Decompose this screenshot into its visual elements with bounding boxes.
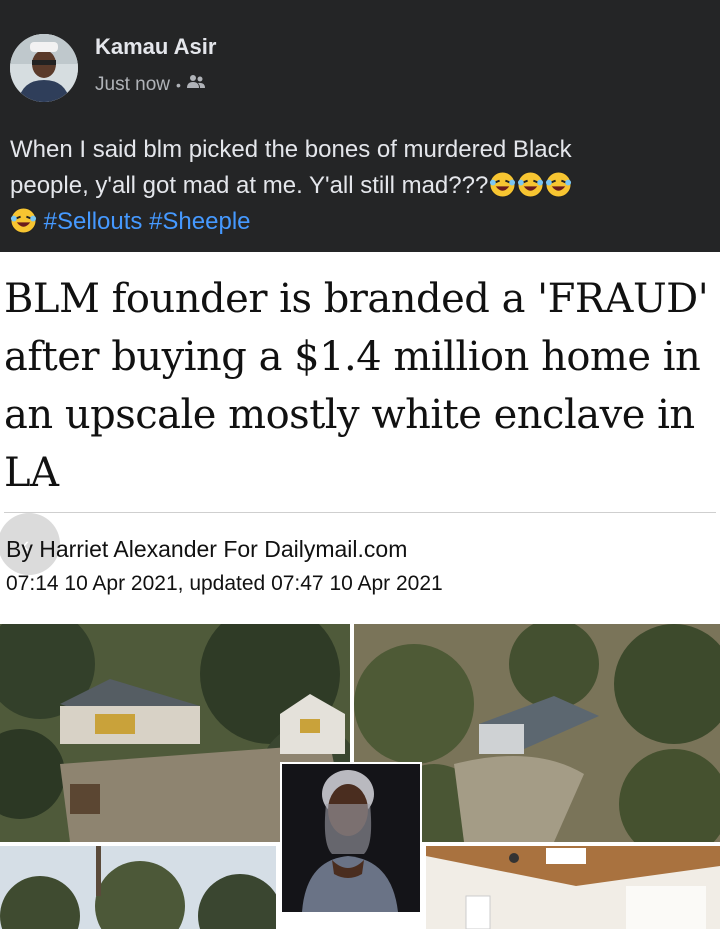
post-text-line-2: people, y'all got mad at me. Y'all still… [10, 168, 700, 204]
post-text: When I said blm picked the bones of murd… [10, 132, 700, 240]
portrait-photo [280, 762, 422, 914]
byline-publisher: For Dailymail.com [223, 536, 408, 562]
hashtag-link[interactable]: #Sellouts [44, 208, 143, 235]
facebook-post: Kamau Asir Just now • When I said blm pi… [0, 0, 720, 252]
interior-photo [426, 846, 720, 929]
laughing-emoji-icon [489, 171, 516, 198]
post-author[interactable]: Kamau Asir [95, 34, 216, 60]
hashtag-link[interactable]: #Sheeple [149, 208, 250, 235]
post-timestamp[interactable]: Just now [95, 74, 170, 96]
laughing-emoji-icon [545, 171, 572, 198]
profile-avatar[interactable] [10, 34, 78, 102]
friends-icon[interactable] [186, 74, 205, 96]
laughing-emoji-icon [10, 207, 37, 234]
post-text-line: When I said blm picked the bones of murd… [10, 136, 572, 163]
post-text-line-3: #Sellouts #Sheeple [10, 204, 700, 240]
separator-dot: • [175, 77, 181, 93]
divider [4, 512, 716, 513]
article-date: 07:14 10 Apr 2021, updated 07:47 10 Apr … [6, 572, 443, 595]
laughing-emoji-icon [517, 171, 544, 198]
byline-prefix: By [6, 536, 33, 562]
article-byline: By Harriet Alexander For Dailymail.com [6, 536, 407, 563]
trees-photo [0, 846, 276, 929]
byline-author[interactable]: Harriet Alexander [39, 536, 217, 562]
post-meta: Just now • [95, 74, 205, 96]
article-headline: BLM founder is branded a 'FRAUD' after b… [4, 276, 709, 496]
